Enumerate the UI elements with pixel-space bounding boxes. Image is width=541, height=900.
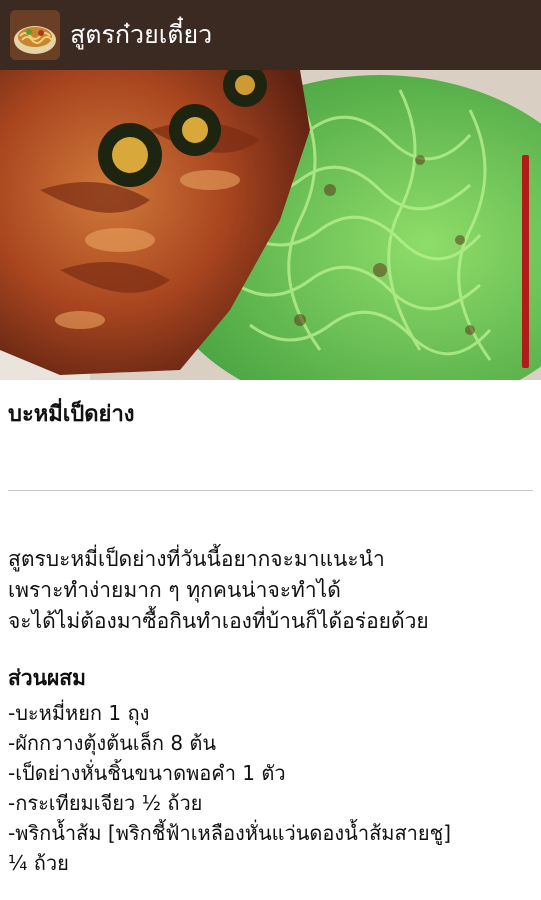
ingredient-item: -พริกน้ำส้ม [พริกชี้ฟ้าเหลืองหั่นแว่นดอง… [8,821,451,845]
intro-line: สูตรบะหมี่เป็ดย่างที่วันนี้อยากจะมาแนะนำ [8,547,385,571]
ingredients-list: -บะหมี่หยก 1 ถุง -ผักกวางตุ้งต้นเล็ก 8 ต… [8,698,538,878]
ingredient-item: -กระเทียมเจียว ½ ถ้วย [8,791,203,815]
ingredient-item: -ผักกวางตุ้งต้นเล็ก 8 ต้น [8,731,217,755]
divider [8,490,533,491]
ingredients-heading: ส่วนผสม [8,666,86,690]
ingredient-item: ¼ ถ้วย [8,851,69,875]
recipe-photo [0,70,541,380]
ingredient-item: -เป็ดย่างหั่นชิ้นขนาดพอคำ 1 ตัว [8,761,286,785]
recipe-intro: สูตรบะหมี่เป็ดย่างที่วันนี้อยากจะมาแนะนำ… [8,544,538,637]
scrollbar[interactable] [522,155,529,368]
intro-line: เพราะทำง่ายมาก ๆ ทุกคนน่าจะทำได้ [8,578,341,602]
intro-line: จะได้ไม่ต้องมาซื้อกินทำเองที่บ้านก็ได้อร… [8,609,429,633]
ingredient-item: -บะหมี่หยก 1 ถุง [8,701,150,725]
recipe-title: บะหมี่เป็ดย่าง [8,402,135,427]
app-title: สูตรก๋วยเตี๋ยว [70,20,213,49]
app-bar: สูตรก๋วยเตี๋ยว [0,0,541,70]
noodle-bowl-icon[interactable] [10,10,60,60]
